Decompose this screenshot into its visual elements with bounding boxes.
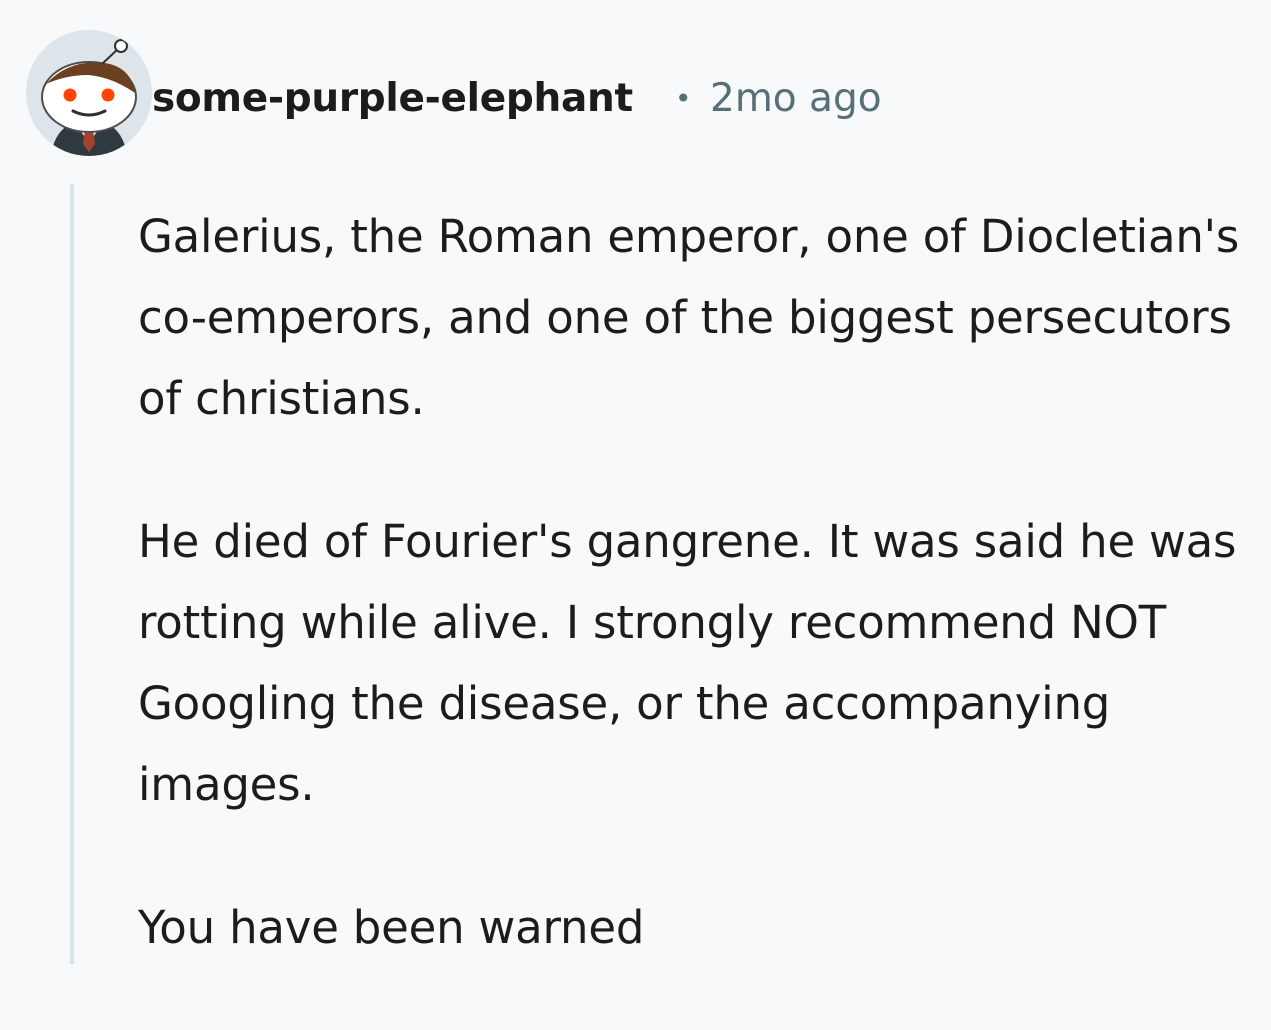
comment-paragraph-1: Galerius, the Roman emperor, one of Dioc…	[138, 210, 1240, 425]
comment: some-purple-elephant • 2mo ago Galerius,…	[0, 0, 1271, 964]
meta-separator: •	[675, 82, 692, 115]
username-link[interactable]: some-purple-elephant	[152, 72, 633, 126]
reddit-snoo-avatar-icon[interactable]	[26, 30, 152, 156]
comment-body: Galerius, the Roman emperor, one of Dioc…	[138, 196, 1263, 1030]
thread-line[interactable]	[70, 184, 74, 964]
comment-timestamp[interactable]: 2mo ago	[710, 72, 882, 126]
comment-paragraph-3: You have been warned	[138, 901, 645, 954]
comment-paragraph-2: He died of Fourier's gangrene. It was sa…	[138, 515, 1237, 811]
